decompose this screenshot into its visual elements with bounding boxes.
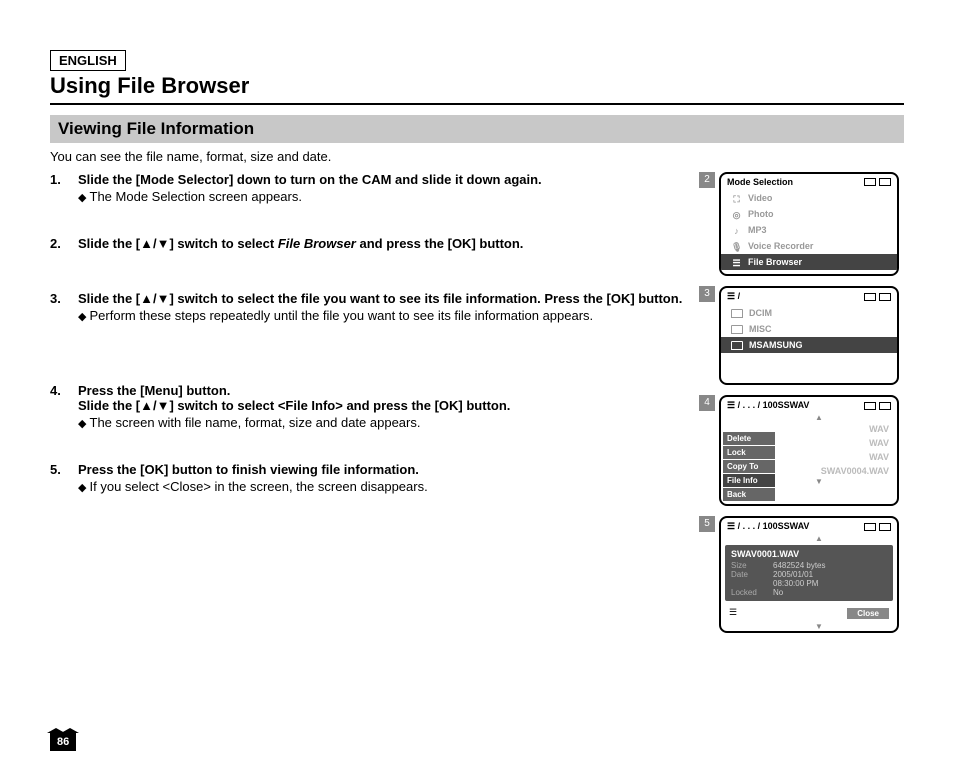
info-filename: SWAV0001.WAV (731, 549, 887, 559)
scroll-down-icon: ▼ (721, 623, 897, 631)
info-label: Date (731, 570, 773, 579)
folder-icon (731, 309, 743, 318)
breadcrumb: / . . . / 100SSWAV (738, 400, 810, 410)
breadcrumb: / (738, 291, 741, 301)
list-icon: ☰ (729, 607, 737, 618)
step-item: 4. Press the [Menu] button. Slide the [▲… (50, 383, 687, 430)
context-menu-screen: ☰ / . . . / 100SSWAV ▲ WAV WAV WAV SWAV0… (719, 395, 899, 506)
file-info-screen: ☰ / . . . / 100SSWAV ▲ SWAV0001.WAV Size… (719, 516, 899, 633)
menu-lock: Lock (723, 446, 775, 459)
steps-list: 1. Slide the [Mode Selector] down to tur… (50, 172, 687, 494)
scroll-up-icon: ▲ (721, 535, 897, 543)
step-sub: If you select <Close> in the screen, the… (78, 479, 687, 494)
screen-step-badge: 2 (699, 172, 715, 188)
step-text: Slide the [▲/▼] switch to select (78, 236, 278, 251)
step-number: 3. (50, 291, 78, 323)
step-text: Slide the [▲/▼] switch to select the fil… (78, 291, 682, 306)
list-icon: ☰ (727, 291, 738, 301)
menu-delete: Delete (723, 432, 775, 445)
info-value: 2005/01/01 (773, 570, 813, 579)
info-value: 6482524 bytes (773, 561, 826, 570)
menu-item-video: ⛶Video (721, 190, 897, 206)
step-number: 1. (50, 172, 78, 204)
scroll-up-icon: ▲ (721, 414, 897, 422)
list-icon: ☰ (731, 258, 742, 267)
screen-step-badge: 5 (699, 516, 715, 532)
status-icons (864, 293, 891, 301)
language-label: ENGLISH (50, 50, 126, 71)
list-icon: ☰ (727, 521, 738, 531)
page-number-badge: 86 (50, 732, 76, 751)
list-icon: ☰ (727, 400, 738, 410)
step-sub: Perform these steps repeatedly until the… (78, 308, 687, 323)
step-item: 2. Slide the [▲/▼] switch to select File… (50, 236, 687, 251)
step-item: 3. Slide the [▲/▼] switch to select the … (50, 291, 687, 323)
step-text: Slide the [▲/▼] switch to select <File I… (78, 398, 510, 413)
info-label: Locked (731, 588, 773, 597)
info-value: 08:30:00 PM (773, 579, 818, 588)
menu-item-mp3: ♪MP3 (721, 222, 897, 238)
step-text: Press the [OK] button to finish viewing … (78, 462, 419, 477)
step-text: Slide the [Mode Selector] down to turn o… (78, 172, 542, 187)
folder-item: MISC (721, 321, 897, 337)
info-label: Size (731, 561, 773, 570)
status-icons (864, 523, 891, 531)
step-sub: The screen with file name, format, size … (78, 415, 687, 430)
status-icons (864, 178, 891, 186)
screen-title: Mode Selection (727, 177, 793, 187)
menu-item-photo: ◎Photo (721, 206, 897, 222)
step-item: 5. Press the [OK] button to finish viewi… (50, 462, 687, 494)
page-title: Using File Browser (50, 73, 904, 105)
close-button: Close (847, 608, 889, 619)
video-icon: ⛶ (731, 194, 742, 203)
section-title: Viewing File Information (50, 115, 904, 143)
step-number: 4. (50, 383, 78, 430)
folder-icon (731, 325, 743, 334)
mode-selection-screen: Mode Selection ⛶Video ◎Photo ♪MP3 🎙Voice… (719, 172, 899, 276)
menu-back: Back (723, 488, 775, 501)
status-icons (864, 402, 891, 410)
folder-icon (731, 341, 743, 350)
step-text: and press the [OK] button. (356, 236, 524, 251)
menu-item-voice: 🎙Voice Recorder (721, 238, 897, 254)
music-icon: ♪ (731, 226, 742, 235)
screen-step-badge: 3 (699, 286, 715, 302)
menu-copyto: Copy To (723, 460, 775, 473)
step-number: 5. (50, 462, 78, 494)
info-value: No (773, 588, 783, 597)
photo-icon: ◎ (731, 210, 742, 219)
step-italic: File Browser (278, 236, 356, 251)
context-menu: Delete Lock Copy To File Info Back (723, 432, 775, 502)
file-info-panel: SWAV0001.WAV Size6482524 bytes Date2005/… (725, 545, 893, 601)
intro-text: You can see the file name, format, size … (50, 149, 904, 164)
breadcrumb: / . . . / 100SSWAV (738, 521, 810, 531)
step-sub: The Mode Selection screen appears. (78, 189, 687, 204)
step-number: 2. (50, 236, 78, 251)
folder-item-selected: MSAMSUNG (721, 337, 897, 353)
folder-list-screen: ☰ / DCIM MISC MSAMSUNG (719, 286, 899, 385)
step-item: 1. Slide the [Mode Selector] down to tur… (50, 172, 687, 204)
menu-fileinfo: File Info (723, 474, 775, 487)
step-text: Press the [Menu] button. (78, 383, 230, 398)
mic-icon: 🎙 (731, 242, 742, 251)
info-label (731, 579, 773, 588)
menu-item-filebrowser: ☰File Browser (721, 254, 897, 270)
screen-step-badge: 4 (699, 395, 715, 411)
folder-item: DCIM (721, 305, 897, 321)
